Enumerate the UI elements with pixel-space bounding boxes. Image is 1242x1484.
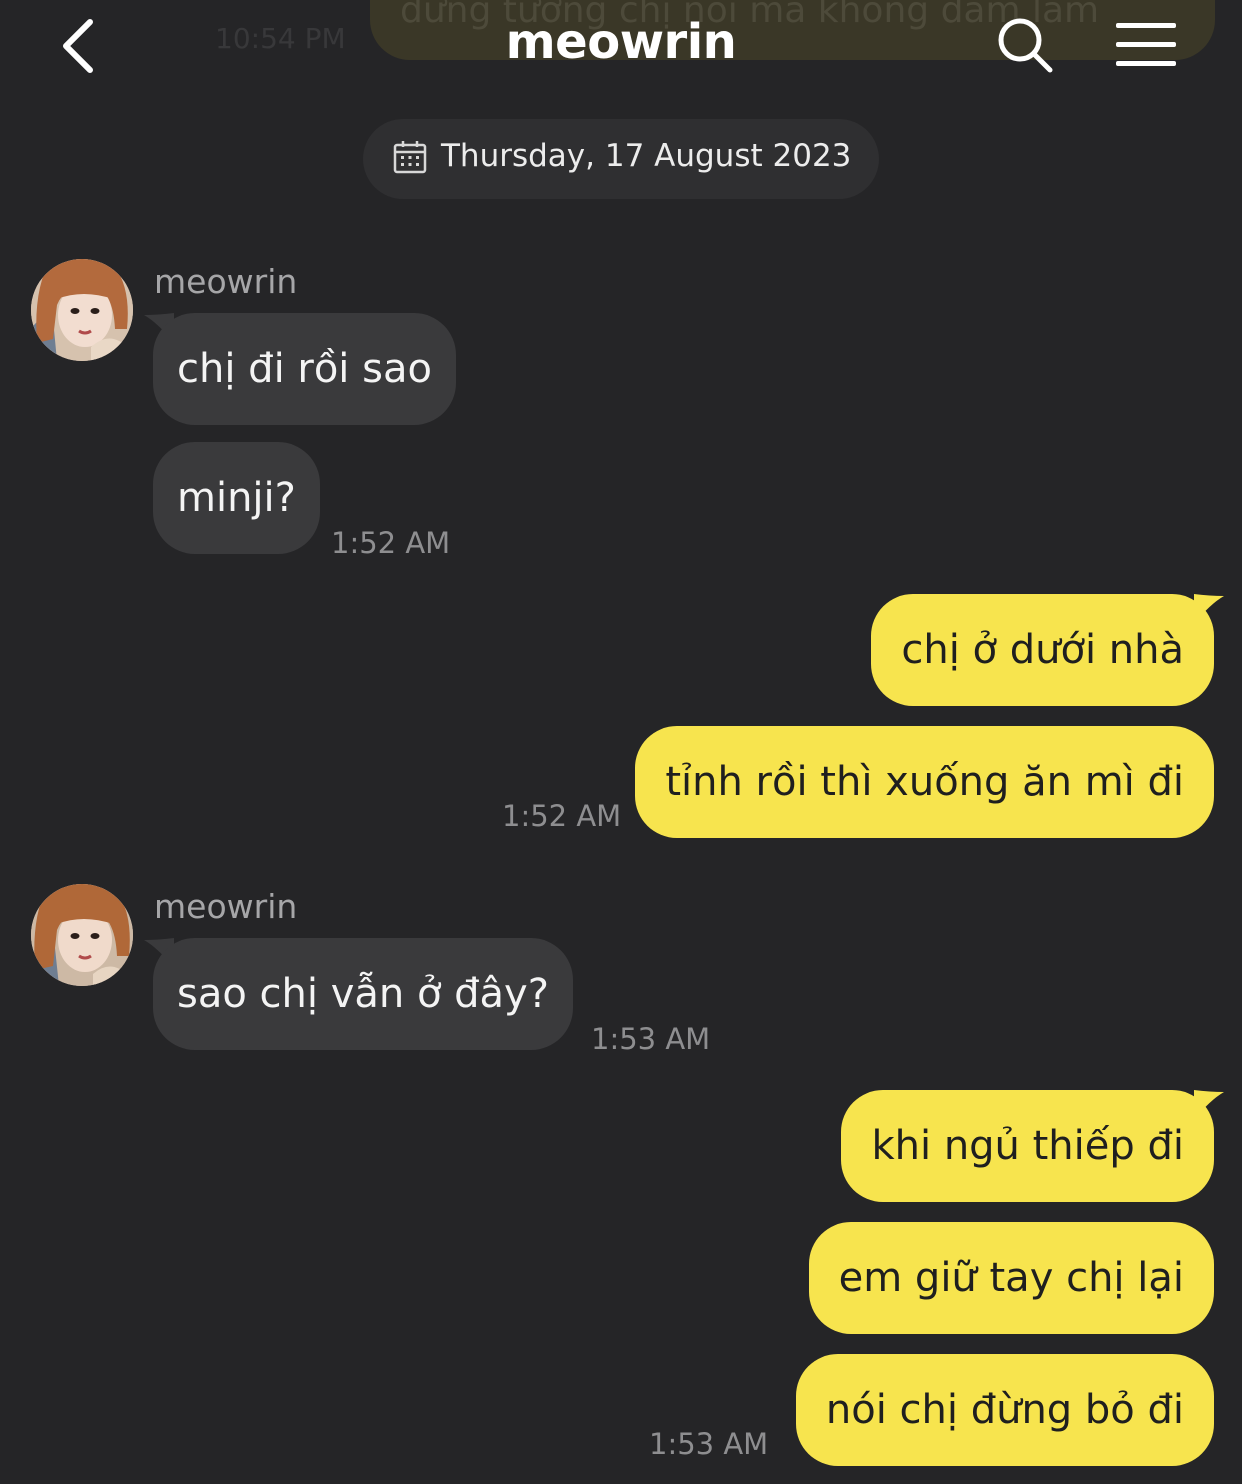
avatar[interactable] xyxy=(31,884,133,986)
message-bubble[interactable]: tỉnh rồi thì xuống ăn mì đi xyxy=(635,726,1214,838)
date-label: Thursday, 17 August 2023 xyxy=(441,138,852,174)
message-bubble[interactable]: minji? xyxy=(153,442,320,554)
menu-icon[interactable] xyxy=(1114,20,1178,70)
message-bubble[interactable]: khi ngủ thiếp đi xyxy=(841,1090,1214,1202)
calendar-icon xyxy=(393,140,427,174)
message-bubble[interactable]: chị ở dưới nhà xyxy=(871,594,1214,706)
sender-name: meowrin xyxy=(154,262,298,301)
message-bubble[interactable]: em giữ tay chị lại xyxy=(808,1222,1214,1334)
message-time: 1:53 AM xyxy=(591,1022,711,1056)
date-divider: Thursday, 17 August 2023 xyxy=(363,119,879,199)
avatar[interactable] xyxy=(31,259,133,361)
sender-name: meowrin xyxy=(154,887,298,926)
search-icon[interactable] xyxy=(996,16,1054,74)
message-bubble[interactable]: nói chị đừng bỏ đi xyxy=(795,1354,1214,1466)
message-time: 1:52 AM xyxy=(502,799,622,833)
message-bubble[interactable]: chị đi rồi sao xyxy=(153,313,456,425)
message-time: 1:53 AM xyxy=(649,1427,769,1461)
chat-screen: đừng tưởng chị nói mà không dám làm 10:5… xyxy=(0,0,1242,1484)
message-bubble[interactable]: sao chị vẫn ở đây? xyxy=(153,938,573,1050)
chat-title: meowrin xyxy=(505,14,737,70)
message-time: 1:52 AM xyxy=(331,526,451,560)
